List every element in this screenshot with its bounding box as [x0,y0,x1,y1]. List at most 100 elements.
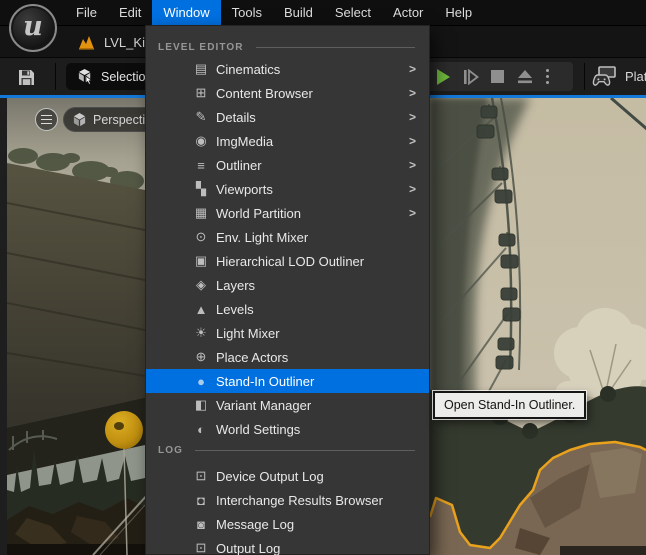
tooltip: Open Stand-In Outliner. [433,391,586,419]
menubar-item-tools[interactable]: Tools [221,0,273,25]
save-icon [17,68,36,87]
menu-item-label: World Partition [216,206,301,221]
menu-item-env-light-mixer[interactable]: ⊙Env. Light Mixer [146,225,429,249]
menubar-item-actor[interactable]: Actor [382,0,434,25]
world-settings-icon: ◐ [192,422,210,437]
menu-item-label: Output Log [216,541,280,555]
output-log-icon: ⊡ [192,540,210,555]
menubar-item-edit[interactable]: Edit [108,0,152,25]
menu-item-viewports[interactable]: ▚ Viewports > [146,177,429,201]
stop-button[interactable] [484,62,511,91]
stop-icon [491,70,504,83]
submenu-chevron-icon: > [409,158,416,172]
menu-item-label: Details [216,110,256,125]
platforms-icon [592,66,618,87]
menu-item-cinematics[interactable]: ▤ Cinematics > [146,57,429,81]
menu-item-label: Device Output Log [216,469,324,484]
submenu-chevron-icon: > [409,62,416,76]
menu-item-label: Env. Light Mixer [216,230,308,245]
level-asset-tab[interactable]: LVL_Kio [78,26,152,58]
frame-skip-icon [463,69,479,85]
menu-item-output-log[interactable]: ⊡ Output Log [146,536,429,555]
eject-button[interactable] [511,62,538,91]
cube-icon [72,112,87,127]
menu-item-details[interactable]: ✎ Details > [146,105,429,129]
menu-item-content-browser[interactable]: ⊞ Content Browser > [146,81,429,105]
menu-item-world-partition[interactable]: ▦ World Partition > [146,201,429,225]
eject-icon [517,69,533,84]
menu-item-device-output-log[interactable]: ⊡ Device Output Log [146,464,429,488]
menu-item-label: Outliner [216,158,262,173]
menu-item-message-log[interactable]: ◙ Message Log [146,512,429,536]
layers-icon: ◈ [192,277,210,293]
more-options-icon [546,69,549,84]
menu-section-header-log: LOG [146,441,429,460]
viewports-icon: ▚ [192,181,210,197]
submenu-chevron-icon: > [409,86,416,100]
menu-item-label: Stand-In Outliner [216,374,314,389]
scene-left-strip [7,98,145,555]
menu-section-header-level-editor: LEVEL EDITOR [146,38,429,57]
play-button[interactable] [430,62,457,91]
viewport-left-gutter [0,98,7,555]
scene-right-region [430,98,646,555]
menu-item-label: Content Browser [216,86,313,101]
menu-item-imgmedia[interactable]: ◉ImgMedia> [146,129,429,153]
unreal-engine-logo: u [9,4,57,52]
submenu-chevron-icon: > [409,206,416,220]
menu-item-interchange-results-browser[interactable]: ◘Interchange Results Browser [146,488,429,512]
light-mixer-icon: ☀ [192,325,210,341]
menu-item-variant-manager[interactable]: ◧Variant Manager [146,393,429,417]
menu-item-outliner[interactable]: ≡Outliner> [146,153,429,177]
section-title: LEVEL EDITOR [158,42,244,53]
menubar-item-file[interactable]: File [65,0,108,25]
message-log-icon: ◙ [192,517,210,532]
menu-item-levels[interactable]: ▲ Levels [146,297,429,321]
menubar-item-window[interactable]: Window [152,0,220,25]
world-partition-icon: ▦ [192,205,210,221]
main-menu-bar: FileEditWindowToolsBuildSelectActorHelp [0,0,646,25]
window-menu-panel: LEVEL EDITOR ▤ Cinematics > ⊞ Content Browser… [145,25,430,555]
details-icon: ✎ [192,109,210,125]
menu-item-label: Light Mixer [216,326,280,341]
menu-item-hierarchical-lod-outliner[interactable]: ▣Hierarchical LOD Outliner [146,249,429,273]
menu-item-layers[interactable]: ◈ Layers [146,273,429,297]
platforms-label: Platforms [625,69,646,84]
menu-item-label: Hierarchical LOD Outliner [216,254,364,269]
menu-item-label: Message Log [216,517,294,532]
menubar-item-help[interactable]: Help [434,0,483,25]
save-button[interactable] [13,64,40,90]
menubar-item-build[interactable]: Build [273,0,324,25]
unreal-editor-window: Perspective LVL_Kio [0,0,646,555]
device-output-log-icon: ⊡ [192,468,210,484]
submenu-chevron-icon: > [409,134,416,148]
menu-item-label: Place Actors [216,350,288,365]
menu-item-stand-in-outliner[interactable]: ● Stand-In Outliner [146,369,429,393]
levels-icon: ▲ [192,302,210,317]
viewport-options-button[interactable] [35,108,58,131]
section-title: LOG [158,445,183,456]
play-options-button[interactable] [538,62,556,91]
menu-item-place-actors[interactable]: ⊕Place Actors [146,345,429,369]
menu-item-world-settings[interactable]: ◐ World Settings [146,417,429,441]
frame-skip-button[interactable] [457,62,484,91]
cinematics-icon: ▤ [192,61,210,77]
toolbar-divider [584,63,585,90]
submenu-chevron-icon: > [409,110,416,124]
menubar-item-select[interactable]: Select [324,0,382,25]
section-divider [256,47,415,48]
interchange-results-browser-icon: ◘ [192,493,210,508]
menu-item-label: Levels [216,302,254,317]
tooltip-text: Open Stand-In Outliner. [444,398,575,412]
menu-item-label: Viewports [216,182,273,197]
menu-item-light-mixer[interactable]: ☀ Light Mixer [146,321,429,345]
menu-item-label: Layers [216,278,255,293]
menu-item-label: Variant Manager [216,398,311,413]
level-warning-icon [78,35,95,50]
submenu-chevron-icon: > [409,182,416,196]
platforms-dropdown[interactable]: Platforms [592,62,646,91]
menu-item-label: Cinematics [216,62,280,77]
menu-item-label: World Settings [216,422,300,437]
content-browser-icon: ⊞ [192,85,210,101]
stand-in-outliner-icon: ● [192,374,210,389]
